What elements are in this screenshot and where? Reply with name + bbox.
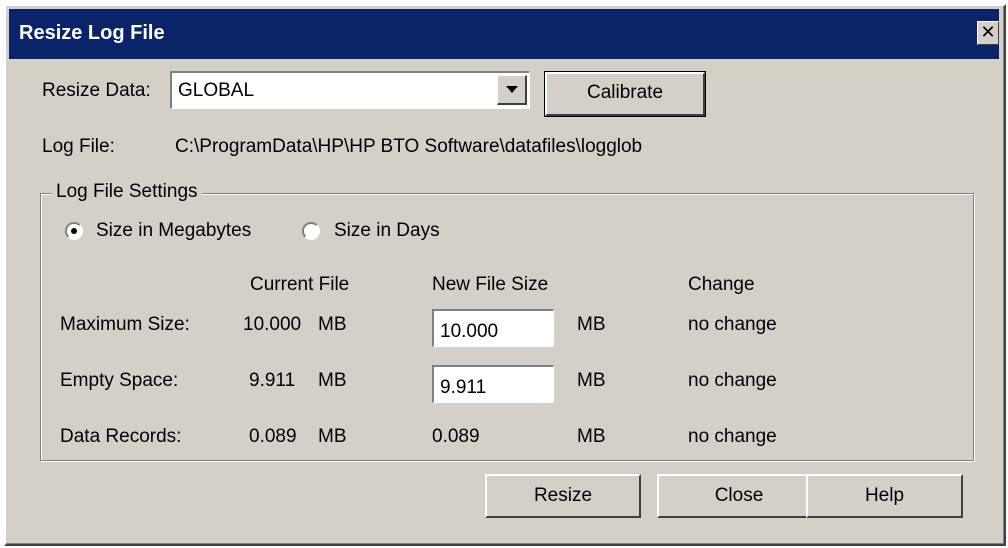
data-records-change: no change [688, 426, 777, 447]
data-records-current: 0.089 [249, 426, 297, 447]
maximum-size-new-unit: MB [577, 314, 606, 335]
size-in-days-label[interactable]: Size in Days [334, 220, 440, 242]
empty-space-new-unit: MB [577, 370, 606, 391]
resize-data-selected: GLOBAL [178, 80, 255, 101]
help-button[interactable]: Help [806, 474, 963, 518]
maximum-size-current-unit: MB [318, 314, 347, 335]
size-in-megabytes-radio[interactable] [65, 222, 83, 240]
calibrate-button[interactable]: Calibrate [544, 71, 706, 117]
window-title: Resize Log File [19, 22, 165, 44]
data-records-label: Data Records: [60, 426, 182, 447]
empty-space-current-unit: MB [318, 370, 347, 391]
log-file-settings-title: Log File Settings [52, 181, 202, 203]
data-records-new: 0.089 [432, 426, 480, 447]
data-records-new-unit: MB [577, 426, 606, 447]
current-file-header: Current File [250, 274, 350, 295]
close-button[interactable]: Close [657, 474, 821, 518]
size-in-megabytes-label[interactable]: Size in Megabytes [96, 220, 251, 242]
maximum-size-change: no change [688, 314, 777, 335]
data-records-current-unit: MB [318, 426, 347, 447]
log-file-label: Log File: [42, 136, 115, 157]
log-file-path: C:\ProgramData\HP\HP BTO Software\datafi… [175, 136, 643, 157]
empty-space-change: no change [688, 370, 777, 391]
new-file-size-header: New File Size [432, 274, 549, 295]
maximum-size-input[interactable] [432, 309, 554, 347]
resize-data-label: Resize Data: [42, 80, 151, 101]
empty-space-input[interactable] [432, 365, 554, 403]
size-in-days-radio[interactable] [302, 222, 320, 240]
empty-space-label: Empty Space: [60, 370, 179, 391]
title-bar[interactable]: Resize Log File ✕ [9, 9, 999, 59]
resize-button[interactable]: Resize [485, 474, 641, 518]
maximum-size-current: 10.000 [243, 314, 302, 335]
change-header: Change [688, 274, 755, 295]
empty-space-current: 9.911 [249, 370, 296, 391]
dropdown-arrow-icon[interactable] [497, 75, 527, 105]
maximum-size-label: Maximum Size: [60, 314, 190, 335]
resize-data-dropdown[interactable]: GLOBAL [170, 71, 530, 109]
close-icon[interactable]: ✕ [977, 21, 999, 45]
